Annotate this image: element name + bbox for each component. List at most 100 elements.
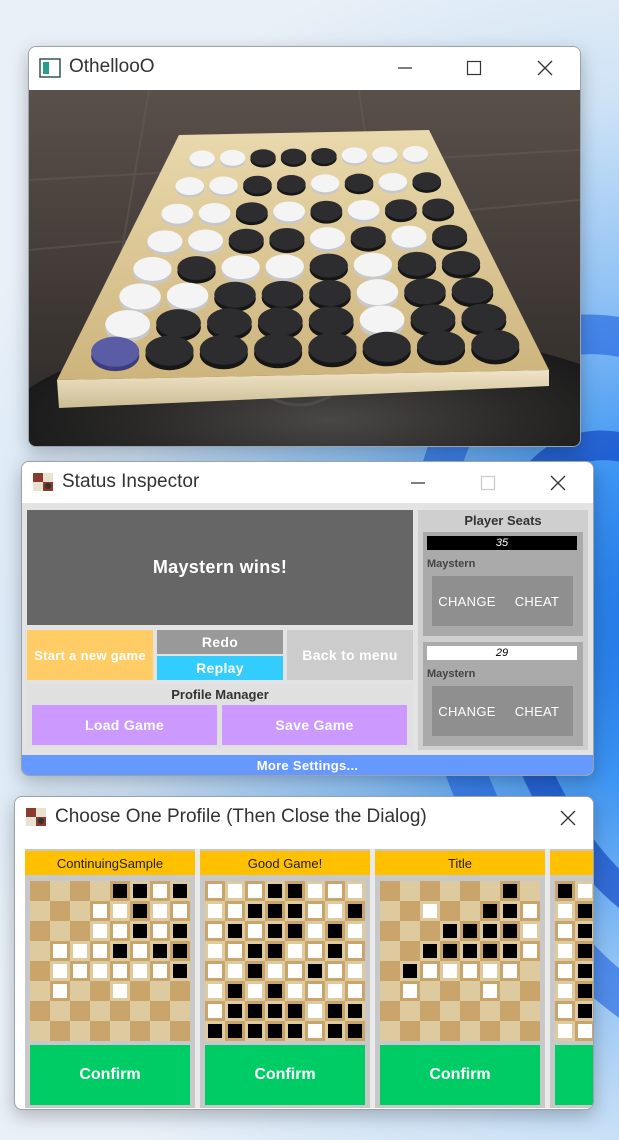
black-disc[interactable] [432, 224, 468, 247]
save-game-button[interactable]: Save Game [222, 705, 407, 745]
white-disc[interactable] [133, 256, 172, 281]
close-button[interactable] [525, 53, 565, 83]
white-disc[interactable] [209, 176, 238, 195]
white-disc[interactable] [356, 279, 399, 306]
confirm-button[interactable]: Confirm [30, 1045, 190, 1105]
black-disc[interactable] [269, 227, 305, 250]
white-disc[interactable] [402, 146, 429, 162]
close-button[interactable] [538, 468, 578, 498]
black-disc[interactable] [471, 329, 520, 360]
black-disc[interactable] [145, 335, 194, 366]
black-disc[interactable] [280, 148, 307, 165]
black-disc[interactable] [441, 251, 481, 276]
white-disc [308, 944, 322, 958]
black-disc[interactable] [410, 304, 456, 333]
minimize-button[interactable] [398, 468, 438, 498]
board-cell [70, 941, 90, 961]
cheat-button[interactable]: CHEAT [502, 576, 572, 626]
profile-card[interactable] [550, 849, 593, 1108]
white-disc [93, 944, 107, 958]
black-disc[interactable] [350, 226, 386, 249]
white-disc [113, 924, 127, 938]
white-disc[interactable] [310, 174, 340, 193]
confirm-button[interactable]: Confirm [205, 1045, 365, 1105]
3d-board-scene[interactable] [29, 90, 580, 446]
change-player-button[interactable]: CHANGE [432, 576, 502, 626]
white-disc[interactable] [147, 230, 183, 253]
white-disc[interactable] [198, 202, 231, 223]
black-disc[interactable] [199, 334, 248, 365]
black-disc[interactable] [254, 333, 303, 364]
white-disc[interactable] [188, 229, 224, 252]
maximize-button[interactable] [454, 53, 494, 83]
black-disc[interactable] [156, 309, 201, 338]
profile-card[interactable]: Title Confirm [375, 849, 545, 1108]
black-disc[interactable] [310, 200, 343, 221]
cheat-button[interactable]: CHEAT [502, 686, 572, 736]
close-button[interactable] [548, 803, 588, 833]
start-new-game-button[interactable]: Start a new game [27, 630, 153, 680]
selected-cell-marker[interactable] [91, 336, 140, 367]
load-game-button[interactable]: Load Game [32, 705, 217, 745]
board-cell [150, 881, 170, 901]
profile-card[interactable]: Good Game! Confirm [200, 849, 370, 1108]
black-disc[interactable] [344, 173, 374, 192]
black-disc[interactable] [235, 202, 268, 223]
white-disc[interactable] [310, 227, 346, 250]
profile-card[interactable]: ContinuingSample Confirm [25, 849, 195, 1108]
black-disc[interactable] [412, 172, 442, 191]
black-disc[interactable] [250, 149, 276, 166]
game-viewport[interactable] [29, 90, 580, 446]
black-disc[interactable] [243, 175, 272, 194]
white-disc[interactable] [265, 254, 304, 279]
board-cell [325, 981, 345, 1001]
white-disc[interactable] [359, 305, 405, 334]
white-disc[interactable] [161, 203, 194, 224]
black-disc[interactable] [397, 251, 437, 276]
white-disc[interactable] [372, 146, 398, 163]
board-cell [575, 1001, 593, 1021]
black-disc[interactable] [451, 277, 494, 304]
redo-button[interactable]: Redo [157, 630, 283, 654]
white-disc[interactable] [347, 200, 380, 220]
black-disc[interactable] [261, 280, 304, 307]
black-disc[interactable] [311, 147, 337, 164]
white-disc[interactable] [353, 252, 393, 277]
confirm-button[interactable]: Confirm [380, 1045, 540, 1105]
black-disc[interactable] [309, 253, 348, 278]
black-disc[interactable] [228, 228, 264, 251]
black-disc[interactable] [207, 308, 252, 337]
white-disc[interactable] [105, 310, 151, 339]
black-disc [578, 944, 592, 958]
black-disc[interactable] [309, 279, 351, 306]
white-disc[interactable] [341, 147, 368, 164]
black-disc[interactable] [404, 278, 446, 305]
minimize-button[interactable] [385, 53, 425, 83]
black-disc[interactable] [422, 198, 455, 219]
replay-button[interactable]: Replay [157, 656, 283, 680]
white-disc[interactable] [273, 201, 306, 222]
black-disc[interactable] [177, 256, 216, 281]
white-disc[interactable] [219, 149, 246, 166]
black-disc[interactable] [277, 175, 306, 193]
white-disc[interactable] [166, 282, 209, 309]
black-disc[interactable] [384, 199, 417, 220]
black-disc[interactable] [308, 306, 354, 335]
change-player-button[interactable]: CHANGE [432, 686, 502, 736]
black-disc[interactable] [214, 281, 256, 308]
black-disc[interactable] [308, 332, 357, 363]
black-disc[interactable] [362, 331, 411, 362]
black-disc[interactable] [461, 303, 507, 332]
back-to-menu-button[interactable]: Back to menu [287, 630, 413, 680]
white-disc[interactable] [119, 283, 161, 310]
white-disc[interactable] [391, 225, 427, 248]
white-disc[interactable] [189, 150, 215, 167]
black-disc[interactable] [416, 330, 466, 361]
white-disc[interactable] [175, 177, 205, 196]
profile-card-list[interactable]: ContinuingSample Confirm Good Game! Confirm… [25, 849, 593, 1108]
white-disc[interactable] [221, 255, 260, 280]
white-disc[interactable] [378, 172, 408, 191]
confirm-button[interactable] [555, 1045, 593, 1105]
black-disc[interactable] [257, 307, 303, 336]
more-settings-button[interactable]: More Settings... [22, 755, 593, 775]
